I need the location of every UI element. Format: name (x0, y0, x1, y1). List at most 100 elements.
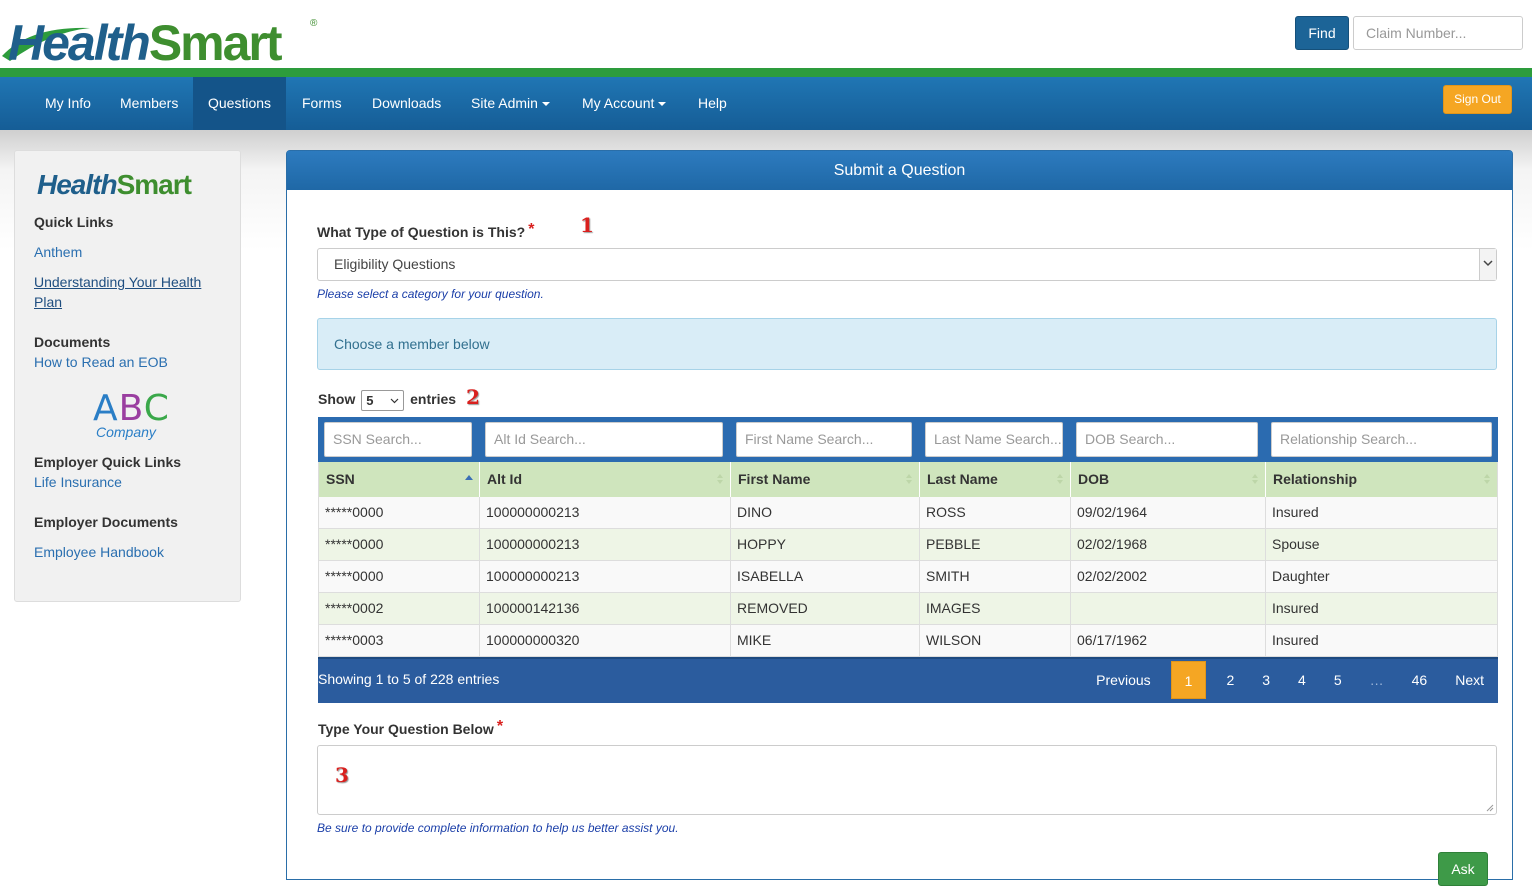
cell-dob (1071, 593, 1266, 624)
column-header-first-name[interactable]: First Name (731, 462, 920, 497)
nav-my-account[interactable]: My Account (567, 77, 681, 130)
sort-both-icon (717, 474, 723, 484)
table-info: Showing 1 to 5 of 228 entries (318, 671, 500, 687)
ask-button[interactable]: Ask (1438, 852, 1488, 886)
green-divider (0, 68, 1532, 77)
table-row[interactable]: *****0000 100000000213 ISABELLA SMITH 02… (318, 561, 1498, 593)
relationship-search-input[interactable]: Relationship Search... (1271, 422, 1492, 457)
column-header-last-name-label: Last Name (927, 471, 998, 487)
cell-last-name: PEBBLE (920, 529, 1071, 560)
entries-label: entries (410, 391, 457, 408)
cell-last-name: SMITH (920, 561, 1071, 592)
main-navbar: My Info Members Questions Forms Download… (0, 77, 1532, 130)
healthsmart-logo[interactable]: HealthSmart ® (0, 6, 330, 71)
cell-last-name: ROSS (920, 497, 1071, 528)
cell-ssn: *****0000 (319, 561, 480, 592)
dob-search-input[interactable]: DOB Search... (1076, 422, 1258, 457)
sidebar: HealthSmart Quick Links Anthem Understan… (14, 150, 241, 602)
column-header-last-name[interactable]: Last Name (920, 462, 1071, 497)
cell-last-name: WILSON (920, 625, 1071, 656)
sidebar-link-employee-handbook[interactable]: Employee Handbook (34, 544, 164, 560)
column-header-dob[interactable]: DOB (1071, 462, 1266, 497)
pager-page-4[interactable]: 4 (1284, 661, 1320, 699)
chevron-down-icon (390, 398, 399, 404)
table-row[interactable]: *****0002 100000142136 REMOVED IMAGES In… (318, 593, 1498, 625)
nav-members[interactable]: Members (105, 77, 193, 130)
cell-dob: 02/02/1968 (1071, 529, 1266, 560)
nav-questions-label: Questions (208, 95, 272, 111)
page-length-select[interactable]: 5 (361, 390, 405, 411)
nav-forms-label: Forms (302, 95, 342, 111)
pager-page-2[interactable]: 2 (1212, 661, 1248, 699)
sign-out-button[interactable]: Sign Out (1443, 85, 1512, 114)
question-type-label-text: What Type of Question is This? (317, 224, 526, 240)
question-text-label: Type Your Question Below * (318, 718, 503, 739)
sidebar-link-anthem[interactable]: Anthem (34, 244, 82, 260)
column-header-ssn[interactable]: SSN (319, 462, 480, 497)
annotation-2: 2 (466, 385, 480, 409)
cell-dob: 02/02/2002 (1071, 561, 1266, 592)
employer-quick-links-heading: Employer Quick Links (34, 454, 182, 470)
resize-grip-icon[interactable] (1486, 804, 1494, 812)
pager-previous[interactable]: Previous (1082, 661, 1164, 699)
nav-questions[interactable]: Questions (193, 77, 287, 130)
logo-text-smart: Smart (148, 15, 283, 71)
sort-both-icon (1252, 474, 1258, 484)
chevron-down-icon (1479, 249, 1496, 280)
cell-alt-id: 100000142136 (480, 593, 731, 624)
table-header-row: SSN Alt Id First Name Last Name DOB Rela… (318, 462, 1498, 497)
site-header: HealthSmart ® Find Claim Number... (0, 0, 1532, 71)
sidebar-link-life-insurance[interactable]: Life Insurance (34, 474, 122, 490)
question-text-help: Be sure to provide complete information … (317, 821, 679, 835)
claim-number-input[interactable]: Claim Number... (1353, 16, 1523, 50)
employer-logo: ABC Company (93, 391, 173, 446)
first-name-search-input[interactable]: First Name Search... (736, 422, 912, 457)
ssn-search-input[interactable]: SSN Search... (324, 422, 472, 457)
sidebar-link-understanding-plan[interactable]: Understanding Your Health Plan (34, 272, 224, 312)
column-header-alt-id[interactable]: Alt Id (480, 462, 731, 497)
quick-links-heading: Quick Links (34, 214, 114, 230)
table-row[interactable]: *****0000 100000000213 DINO ROSS 09/02/1… (318, 497, 1498, 529)
logo-text-health: Health (8, 15, 151, 71)
cell-relationship: Insured (1272, 632, 1319, 648)
show-label: Show (318, 391, 356, 408)
pager-next[interactable]: Next (1441, 661, 1498, 699)
table-row[interactable]: *****0000 100000000213 HOPPY PEBBLE 02/0… (318, 529, 1498, 561)
cell-first-name: DINO (731, 497, 920, 528)
column-search-row: SSN Search... Alt Id Search... First Nam… (318, 417, 1498, 462)
nav-site-admin[interactable]: Site Admin (456, 77, 565, 130)
cell-relationship: Insured (1272, 600, 1319, 616)
nav-downloads[interactable]: Downloads (357, 77, 456, 130)
question-type-select[interactable]: Eligibility Questions (317, 248, 1497, 281)
column-header-dob-label: DOB (1078, 471, 1110, 487)
page-length-value: 5 (366, 393, 374, 408)
question-type-value: Eligibility Questions (334, 256, 456, 272)
pager-page-3[interactable]: 3 (1248, 661, 1284, 699)
nav-help[interactable]: Help (683, 77, 742, 130)
cell-alt-id: 100000000320 (480, 625, 731, 656)
annotation-3: 3 (335, 763, 349, 787)
column-header-ssn-label: SSN (326, 471, 355, 487)
alt-id-search-input[interactable]: Alt Id Search... (485, 422, 723, 457)
registered-mark: ® (310, 18, 318, 29)
column-header-relationship[interactable]: Relationship (1266, 462, 1497, 497)
nav-forms[interactable]: Forms (287, 77, 357, 130)
last-name-search-input[interactable]: Last Name Search... (925, 422, 1063, 457)
cell-dob: 09/02/1964 (1071, 497, 1266, 528)
find-button[interactable]: Find (1295, 16, 1349, 50)
question-textarea[interactable] (317, 745, 1497, 815)
cell-first-name: HOPPY (731, 529, 920, 560)
pager-page-1[interactable]: 1 (1170, 661, 1207, 699)
pager-page-5[interactable]: 5 (1320, 661, 1356, 699)
employer-documents-heading: Employer Documents (34, 514, 178, 530)
nav-my-info[interactable]: My Info (30, 77, 106, 130)
cell-last-name: IMAGES (920, 593, 1071, 624)
cell-relationship: Spouse (1272, 536, 1320, 552)
pager-page-46[interactable]: 46 (1398, 661, 1442, 699)
table-row[interactable]: *****0003 100000000320 MIKE WILSON 06/17… (318, 625, 1498, 657)
caret-down-icon (658, 102, 667, 107)
cell-alt-id: 100000000213 (480, 497, 731, 528)
pagination: Previous 1 2 3 4 5 … 46 Next (1082, 661, 1498, 699)
sidebar-link-read-eob[interactable]: How to Read an EOB (34, 354, 168, 370)
question-text-label-text: Type Your Question Below (318, 721, 494, 737)
